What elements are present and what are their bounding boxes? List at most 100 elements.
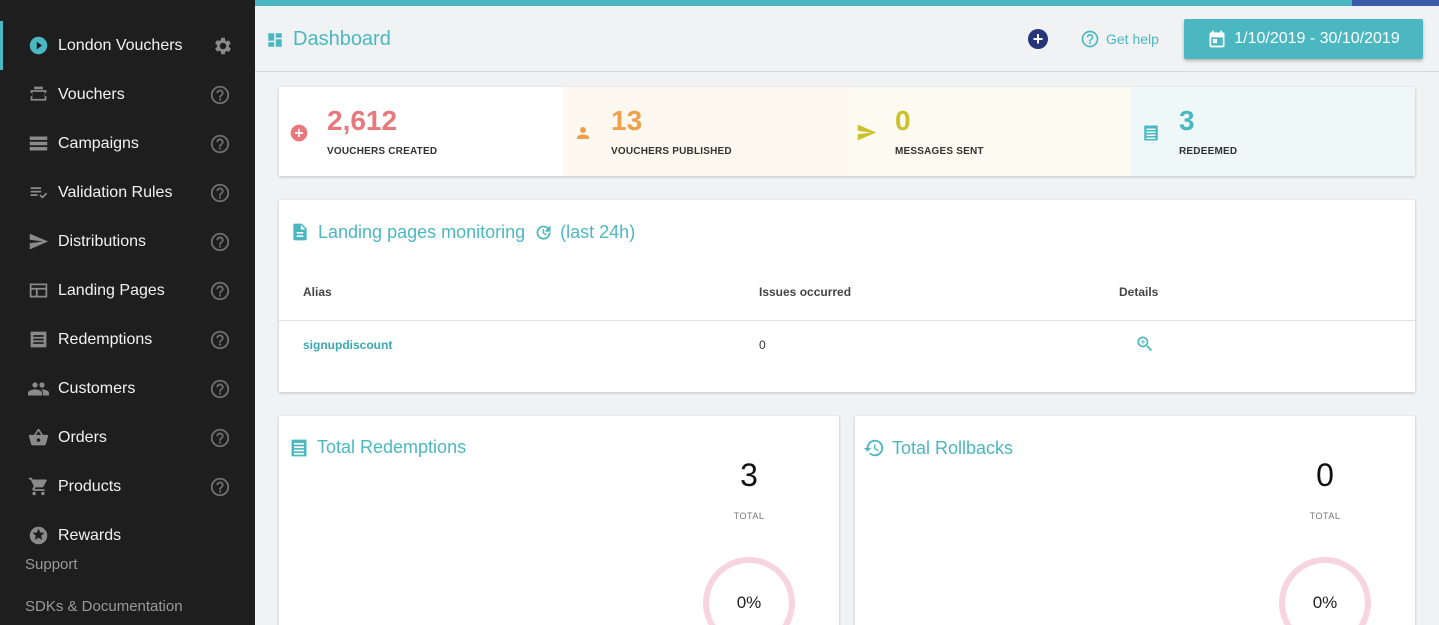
sidebar-item-redemptions[interactable]: Redemptions <box>0 315 255 364</box>
help-icon[interactable] <box>209 182 231 204</box>
stat-value: 0 <box>895 105 911 136</box>
rollbacks-total-value: 0 <box>1316 457 1334 493</box>
sidebar-item-landing-pages[interactable]: Landing Pages <box>0 266 255 315</box>
get-help-label: Get help <box>1106 31 1159 47</box>
zoom-in-icon[interactable] <box>1135 334 1155 354</box>
sidebar-support-link[interactable]: Support <box>25 556 78 573</box>
header: Dashboard + Get help 1/10/2019 - 30/10/2… <box>255 6 1439 72</box>
sidebar-item-label: Orders <box>58 428 107 446</box>
help-icon[interactable] <box>209 133 231 155</box>
document-icon <box>293 223 307 241</box>
stats-card: 2,612 VOUCHERS CREATED 13 VOUCHERS PUBLI… <box>279 87 1415 176</box>
total-redemptions-card: Total Redemptions 3 TOTAL 0% <box>279 416 839 625</box>
stat-messages-sent: 0 MESSAGES SENT <box>847 87 1131 176</box>
date-range-button[interactable]: 1/10/2019 - 30/10/2019 <box>1184 19 1423 59</box>
help-icon[interactable] <box>209 378 231 400</box>
sidebar-item-label: Products <box>58 477 122 495</box>
add-circle-icon <box>288 122 309 143</box>
stat-value: 2,612 <box>327 105 398 136</box>
cart-icon <box>27 476 49 498</box>
sidebar-item-label: Distributions <box>58 232 147 250</box>
sidebar-item-orders[interactable]: Orders <box>0 413 255 462</box>
sidebar-sdks-link[interactable]: SDKs & Documentation <box>25 598 183 615</box>
redemptions-total-label: TOTAL <box>733 511 765 521</box>
rollbacks-total-label: TOTAL <box>1309 511 1341 521</box>
date-range-label: 1/10/2019 - 30/10/2019 <box>1234 30 1400 47</box>
column-header-details: Details <box>1119 285 1159 299</box>
receipt-icon <box>27 329 49 351</box>
sidebar-item-products[interactable]: Products <box>0 462 255 511</box>
validation-rules-icon <box>27 182 49 204</box>
redemptions-title: Total Redemptions <box>289 437 466 458</box>
help-icon[interactable] <box>209 427 231 449</box>
help-icon[interactable] <box>209 280 231 302</box>
stat-label: REDEEMED <box>1179 146 1238 157</box>
rollbacks-title-text: Total Rollbacks <box>892 437 1014 458</box>
stat-value: 3 <box>1179 105 1195 136</box>
rollbacks-percent: 0% <box>1312 593 1338 612</box>
send-icon <box>856 122 877 143</box>
help-icon[interactable] <box>209 231 231 253</box>
redemptions-percent-ring: 0% <box>703 557 795 625</box>
sidebar-item-label: Rewards <box>58 526 122 544</box>
table-cell-alias[interactable]: signupdiscount <box>303 338 392 352</box>
sidebar-item-campaigns[interactable]: Campaigns <box>0 119 255 168</box>
campaigns-icon <box>27 133 49 155</box>
stat-redeemed: 3 REDEEMED <box>1131 87 1415 176</box>
rollbacks-percent-ring: 0% <box>1279 557 1371 625</box>
landing-page-icon <box>27 280 49 302</box>
calendar-icon <box>1209 30 1225 48</box>
receipt-icon <box>1140 122 1161 143</box>
sidebar-item-customers[interactable]: Customers <box>0 364 255 413</box>
landing-period: (last 24h) <box>560 221 636 242</box>
stat-value: 13 <box>611 105 643 136</box>
person-icon <box>572 122 593 143</box>
redemptions-percent: 0% <box>736 593 762 612</box>
sidebar-item-label: Redemptions <box>58 330 153 348</box>
sidebar-item-label: Landing Pages <box>58 281 165 299</box>
stat-vouchers-created: 2,612 VOUCHERS CREATED <box>279 87 563 176</box>
voucher-icon <box>27 84 49 106</box>
sidebar-item-london-vouchers[interactable]: London Vouchers <box>0 21 255 70</box>
sidebar-item-distributions[interactable]: Distributions <box>0 217 255 266</box>
sidebar-item-label: London Vouchers <box>58 36 183 54</box>
sidebar-item-vouchers[interactable]: Vouchers <box>0 70 255 119</box>
get-help-link[interactable]: Get help <box>1080 29 1159 49</box>
redemptions-total-value: 3 <box>740 457 758 493</box>
sidebar-item-label: Vouchers <box>58 85 125 103</box>
landing-pages-card: Landing pages monitoring (last 24h) Alia… <box>279 200 1415 392</box>
table-divider <box>279 320 1415 321</box>
total-rollbacks-card: Total Rollbacks 0 TOTAL 0% <box>855 416 1415 625</box>
sidebar-item-label: Customers <box>58 379 136 397</box>
send-icon <box>27 231 49 253</box>
gear-icon[interactable] <box>212 35 234 57</box>
sidebar-item-label: Validation Rules <box>58 183 173 201</box>
sidebar-item-rewards[interactable]: Rewards <box>0 511 255 560</box>
table-cell-issues: 0 <box>759 338 766 352</box>
column-header-issues[interactable]: Issues occurred <box>759 285 851 299</box>
page-title: Dashboard <box>293 28 391 50</box>
refresh-icon[interactable] <box>533 222 554 243</box>
stat-label: VOUCHERS CREATED <box>327 146 438 157</box>
play-circle-icon <box>27 35 49 57</box>
help-icon[interactable] <box>209 329 231 351</box>
stat-label: MESSAGES SENT <box>895 146 984 157</box>
help-icon[interactable] <box>209 476 231 498</box>
receipt-icon <box>291 439 307 456</box>
stat-vouchers-published: 13 VOUCHERS PUBLISHED <box>563 87 847 176</box>
column-header-alias[interactable]: Alias <box>303 285 332 299</box>
sidebar-item-validation-rules[interactable]: Validation Rules <box>0 168 255 217</box>
help-icon <box>1081 30 1099 48</box>
redemptions-title-text: Total Redemptions <box>317 437 467 457</box>
sidebar-item-label: Campaigns <box>58 134 139 152</box>
history-icon <box>863 439 884 457</box>
landing-title-text: Landing pages monitoring <box>318 221 526 242</box>
help-icon[interactable] <box>209 84 231 106</box>
add-button[interactable]: + <box>1028 29 1048 49</box>
star-icon <box>27 525 49 547</box>
rollbacks-title: Total Rollbacks <box>863 437 1013 459</box>
sidebar: London Vouchers Vouchers Campaigns Valid… <box>0 0 255 625</box>
people-icon <box>27 378 49 400</box>
landing-title: Landing pages monitoring (last 24h) <box>290 221 635 243</box>
basket-icon <box>27 427 49 449</box>
